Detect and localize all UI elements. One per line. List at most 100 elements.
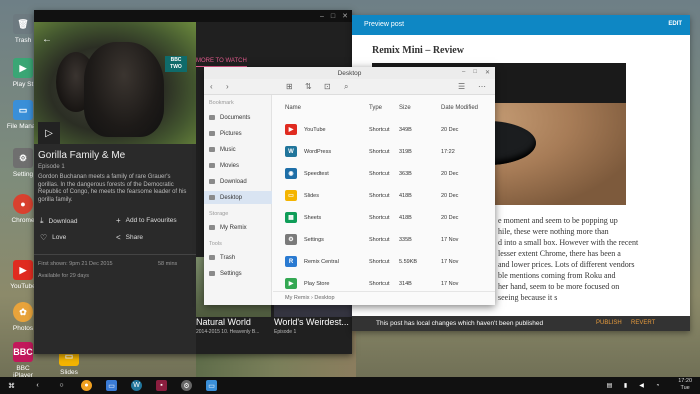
minimize-icon[interactable]: –: [462, 69, 465, 76]
battery-icon[interactable]: ▮: [620, 380, 631, 391]
maximize-icon[interactable]: □: [331, 13, 335, 20]
add-favourites-label: Add to Favourites: [125, 217, 177, 224]
new-folder-icon[interactable]: ⊡: [324, 82, 331, 91]
file-row[interactable]: ▭ Slides Shortcut 418B 20 Dec: [273, 185, 495, 207]
sidebar-item-myremix[interactable]: My Remix: [204, 221, 272, 234]
drive-icon: [209, 225, 215, 230]
notification-icon[interactable]: ▤: [604, 380, 615, 391]
file-date: 20 Dec: [441, 171, 459, 177]
sidebar-item-documents[interactable]: Documents: [204, 111, 272, 124]
breadcrumb-item[interactable]: Desktop: [314, 295, 334, 301]
programme-description: Gordon Buchanan meets a family of rare G…: [38, 174, 187, 203]
sidebar-item-music[interactable]: Music: [204, 143, 272, 156]
post-line: her hand, seem to be more focused on: [498, 282, 620, 291]
folder-icon[interactable]: ▭: [206, 380, 217, 391]
sidebar-item-label: Settings: [220, 270, 242, 277]
desktop-icon-label: YouTube: [10, 283, 36, 290]
episode-label: Episode 1: [38, 164, 65, 170]
file-row[interactable]: R Remix Central Shortcut 5.59KB 17 Nov: [273, 251, 495, 273]
divider: [34, 254, 196, 255]
search-icon[interactable]: ⌕: [344, 82, 348, 92]
file-name: Slides: [304, 193, 319, 199]
trash-icon: [209, 255, 215, 260]
back-icon[interactable]: ‹: [32, 380, 43, 391]
close-icon[interactable]: ✕: [342, 12, 348, 20]
file-date: 17 Nov: [441, 281, 459, 287]
trash-icon: 🗑: [13, 14, 33, 34]
sidebar: Bookmark Documents Pictures Music Movies…: [204, 95, 272, 305]
folder-icon: [209, 163, 215, 168]
volume-icon[interactable]: ◀: [636, 380, 647, 391]
desktop-icon-label: Slides: [60, 369, 78, 376]
love-button[interactable]: ♡ Love: [40, 233, 66, 242]
back-icon[interactable]: ‹: [210, 82, 213, 91]
more-to-watch-tab[interactable]: MORE TO WATCH: [196, 58, 247, 67]
column-header-name[interactable]: Name: [285, 105, 301, 111]
toolbar: ‹ › ⊞ ⇅ ⊡ ⌕ ☰ ⋯: [204, 79, 495, 95]
play-icon[interactable]: ▷: [38, 122, 60, 144]
revert-button[interactable]: REVERT: [631, 320, 655, 326]
folder-icon: [209, 147, 215, 152]
breadcrumb: My Remix › Desktop: [273, 291, 495, 305]
sort-icon[interactable]: ⇅: [305, 82, 312, 91]
grid-view-icon[interactable]: ⊞: [286, 82, 293, 91]
sidebar-item-download[interactable]: Download: [204, 175, 272, 188]
file-name: Remix Central: [304, 259, 339, 265]
file-type: Shortcut: [369, 149, 390, 155]
docs-icon[interactable]: ▭: [106, 380, 117, 391]
programme-panel: ← BBC TWO ▷ Gorilla Family & Me Episode …: [34, 22, 196, 354]
home-icon[interactable]: ○: [56, 380, 67, 391]
breadcrumb-item[interactable]: My Remix: [285, 295, 309, 301]
close-icon[interactable]: ✕: [485, 69, 490, 76]
file-row[interactable]: ◉ Speedtest Shortcut 363B 20 Dec: [273, 163, 495, 185]
app-icon[interactable]: ●: [81, 380, 92, 391]
maximize-icon[interactable]: □: [473, 69, 477, 76]
app-bar-title: Preview post: [364, 21, 405, 28]
add-favourites-button[interactable]: + Add to Favourites: [116, 216, 177, 225]
share-button[interactable]: < Share: [116, 233, 143, 242]
sidebar-item-label: Music: [220, 146, 236, 153]
sidebar-item-settings[interactable]: Settings: [204, 267, 272, 280]
sidebar-item-movies[interactable]: Movies: [204, 159, 272, 172]
edit-button[interactable]: EDIT: [668, 21, 682, 27]
file-row[interactable]: ▦ Sheets Shortcut 418B 20 Dec: [273, 207, 495, 229]
more-icon[interactable]: ⋯: [478, 82, 486, 91]
sidebar-item-trash[interactable]: Trash: [204, 251, 272, 264]
wordpress-icon[interactable]: W: [131, 380, 142, 391]
iplayer-icon[interactable]: ▪: [156, 380, 167, 391]
file-date: 20 Dec: [441, 215, 459, 221]
download-button[interactable]: ⤓ Download: [40, 216, 77, 226]
clock[interactable]: 17:20 Tue: [678, 378, 692, 392]
column-header-type[interactable]: Type: [369, 105, 382, 111]
settings-icon: ⚙: [285, 234, 297, 245]
file-date: 17:22: [441, 149, 455, 155]
column-header-size[interactable]: Size: [399, 105, 411, 111]
minimize-icon[interactable]: –: [320, 13, 324, 20]
channel-badge: BBC TWO: [165, 56, 187, 72]
publish-button[interactable]: PUBLISH: [596, 320, 622, 326]
folder-icon: [209, 179, 215, 184]
back-arrow-icon[interactable]: ←: [42, 34, 52, 45]
sidebar-item-pictures[interactable]: Pictures: [204, 127, 272, 140]
column-header-date[interactable]: Date Modified: [441, 105, 478, 111]
thumbnail-subtitle: Episode 1: [274, 329, 297, 335]
start-menu-icon[interactable]: ⌘: [6, 380, 17, 391]
file-size: 418B: [399, 193, 412, 199]
file-row[interactable]: ▶ YouTube Shortcut 349B 20 Dec: [273, 119, 495, 141]
wifi-icon[interactable]: ◔: [652, 380, 663, 391]
file-size: 363B: [399, 171, 412, 177]
desktop-icon-label: Setting: [12, 171, 34, 178]
sidebar-item-desktop[interactable]: Desktop: [204, 191, 272, 204]
sidebar-item-label: Pictures: [220, 130, 242, 137]
gear-icon: ⚙: [13, 148, 33, 168]
forward-icon[interactable]: ›: [226, 82, 229, 91]
file-date: 17 Nov: [441, 259, 459, 265]
list-view-icon[interactable]: ☰: [458, 82, 465, 91]
file-size: 5.59KB: [399, 259, 418, 265]
slides-icon: ▭: [285, 190, 297, 201]
file-type: Shortcut: [369, 171, 390, 177]
gear-icon[interactable]: ⚙: [181, 380, 192, 391]
file-row[interactable]: ⚙ Settings Shortcut 335B 17 Nov: [273, 229, 495, 251]
file-name: Play Store: [304, 281, 330, 287]
file-row[interactable]: W WordPress Shortcut 319B 17:22: [273, 141, 495, 163]
